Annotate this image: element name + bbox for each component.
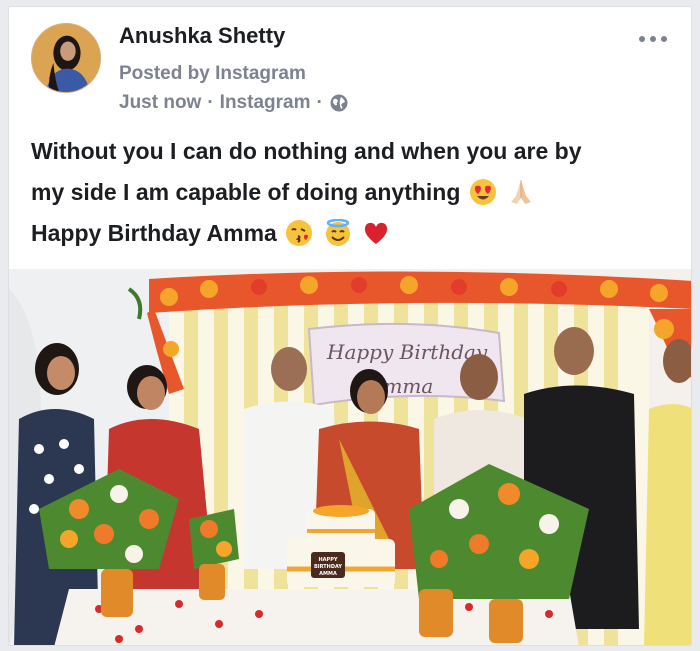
timestamp[interactable]: Just now [119,92,201,114]
kissing-emoji [285,219,313,247]
sign-line-1: Happy Birthday [326,340,488,364]
post-card: Anushka Shetty Posted by Instagram Just … [8,6,692,646]
meta-separator: · [207,92,214,113]
heart-eyes-emoji [469,178,497,206]
meta-separator-2: · [316,92,323,113]
cake-topper-line-3: AMMA [319,571,337,577]
red-heart-emoji [362,219,390,247]
cake-topper-line-1: HAPPY [318,557,337,563]
more-dot [639,36,645,42]
author-name[interactable]: Anushka Shetty [119,23,285,49]
more-dot [650,36,656,42]
globe-icon[interactable] [329,93,349,113]
source-link[interactable]: Instagram [220,92,311,114]
more-options-icon[interactable] [633,25,673,53]
halo-emoji [324,218,352,247]
caption-line-2: my side I am capable of doing anything [31,172,681,213]
caption-line-3: Happy Birthday Amma [31,213,681,254]
folded-hands-emoji [507,178,535,206]
caption-line-1: Without you I can do nothing and when yo… [31,138,582,164]
post-caption: Without you I can do nothing and when yo… [31,131,681,254]
cake-topper-line-2: BIRTHDAY [314,564,342,570]
post-header: Anushka Shetty Posted by Instagram Just … [9,7,691,113]
post-photo[interactable]: Happy Birthday Amma HAPPY BIRTHDAY AMMA [9,269,691,645]
avatar[interactable] [31,23,101,93]
more-dot [661,36,667,42]
post-meta: Just now · Instagram · [119,92,349,114]
posted-by-label: Posted by Instagram [119,63,306,84]
